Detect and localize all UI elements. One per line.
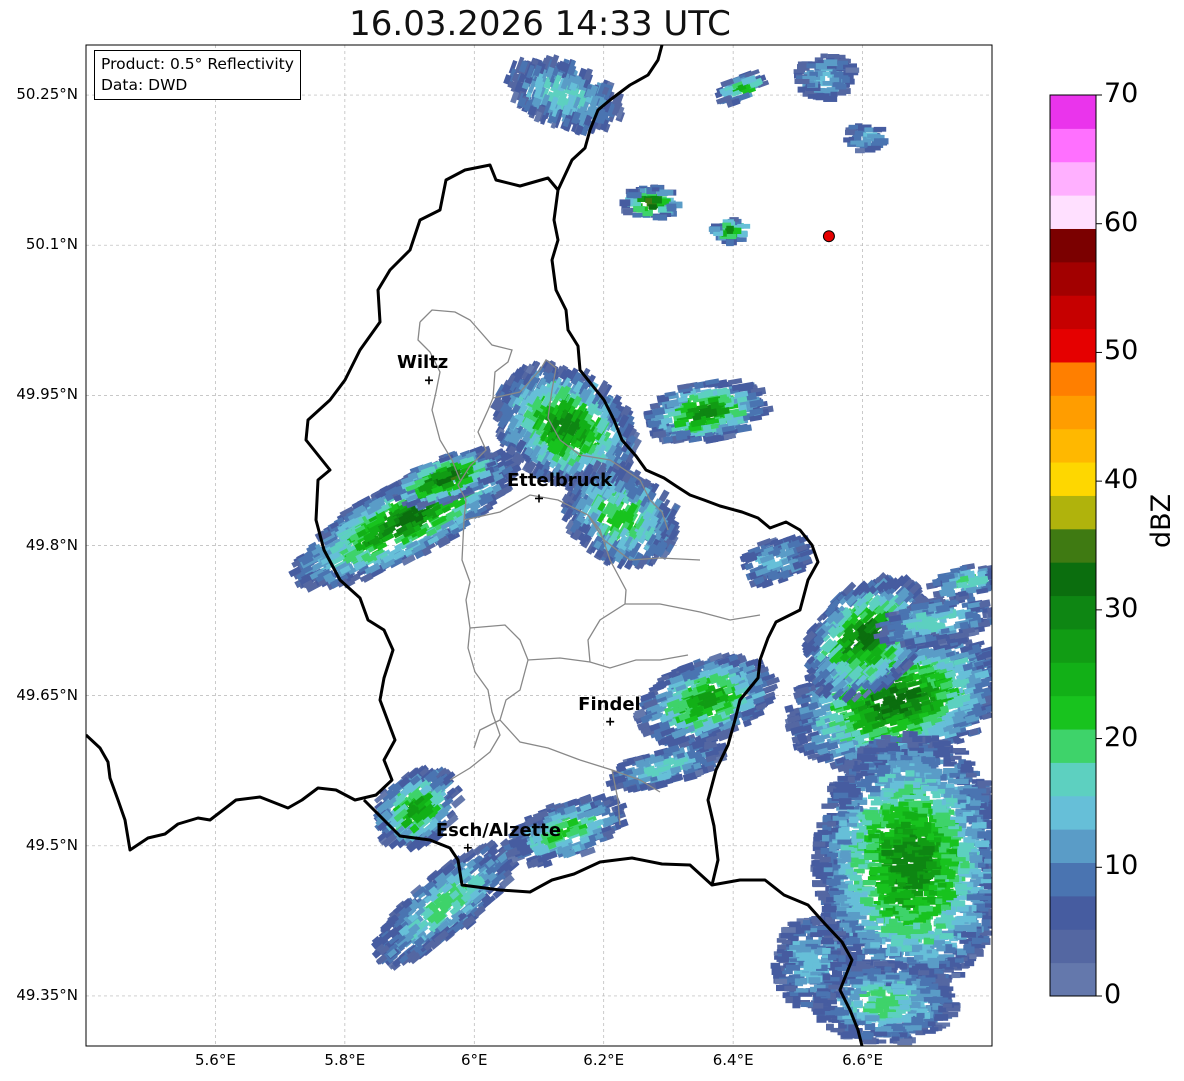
echo-cell [991,881,992,889]
echo-cell [997,681,1008,690]
echo-cell [873,126,887,132]
echo-cell [991,698,992,706]
echo-cell [994,689,1002,695]
reflectivity-echoes [288,53,1012,1046]
echo-cell [652,196,662,204]
echo-cell [619,199,631,207]
echo-cell [823,59,838,67]
echo-cell [850,140,861,145]
echo-cell [797,86,805,93]
echo-cell [991,826,992,833]
echo-cell [724,413,733,421]
radar-map[interactable] [0,0,1184,1081]
echo-cell [992,697,1002,705]
echo-cell [999,866,1011,872]
echo-cell [832,77,840,83]
echo-cell [854,134,862,141]
echo-cell [855,148,865,154]
echo-cell [726,225,734,232]
echo-cell [823,95,838,102]
echo-cell [627,192,642,199]
echo-cell [845,129,855,136]
echo-cell [710,401,720,410]
echo-cell [726,239,734,247]
echo-cell [807,94,818,99]
echo-cell [652,214,667,221]
echo-cell [998,867,1007,873]
echo-cell [997,678,1008,687]
echo-cell [666,203,677,209]
echo-cell [874,138,889,145]
echo-cell [996,827,1007,832]
echo-cell [648,204,657,210]
echo-cell [708,226,721,232]
echo-cell [806,63,817,69]
echo-cell [636,207,644,213]
echo-cell [998,851,1008,857]
echo-cell [832,82,844,87]
echo-cell [623,209,633,216]
echo-cell [794,79,810,85]
echo-cell [864,127,873,133]
echo-cell [726,233,737,240]
echo-cell [867,134,880,139]
echo-cell [842,76,850,83]
echo-cell [992,688,1002,696]
echo-cell [999,877,1012,883]
echo-cell [995,680,1009,690]
echo-cell [995,680,1005,688]
echo-cell [807,701,819,711]
echo-cell [651,187,660,192]
echo-cell [838,60,848,65]
echo-cell [732,227,742,235]
echo-cell [632,212,642,218]
echo-cell [866,145,881,151]
echo-cell [822,71,831,77]
echo-cell [845,67,860,73]
echo-cell [997,679,1007,686]
echo-cell [991,663,992,673]
echo-cell [708,408,718,417]
echo-cell [997,863,1006,869]
